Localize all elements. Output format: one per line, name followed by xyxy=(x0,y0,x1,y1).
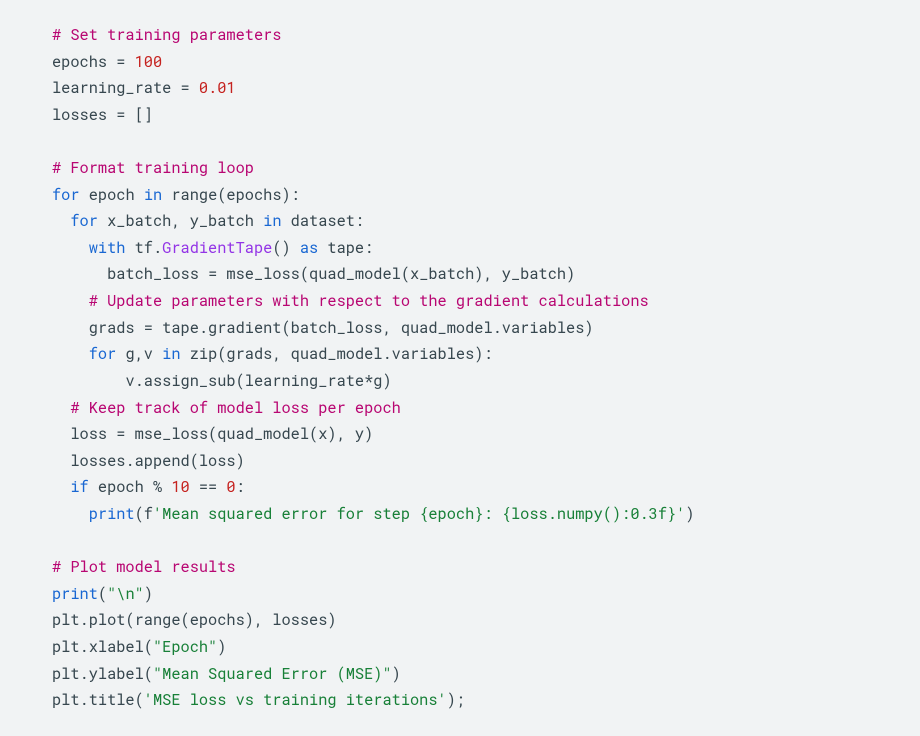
string-literal: 'Mean squared error for step {epoch}: {l… xyxy=(153,504,685,524)
code-number: 0 xyxy=(226,477,235,497)
code-text: g,v xyxy=(116,344,162,364)
code-text: = xyxy=(208,264,226,284)
comment: # Plot model results xyxy=(52,557,236,577)
keyword: for xyxy=(52,185,80,205)
code-text: () xyxy=(272,238,300,258)
keyword: as xyxy=(300,238,318,258)
code-text: plt.xlabel( xyxy=(52,637,153,657)
keyword: for xyxy=(70,211,98,231)
function-name: GradientTape xyxy=(162,238,272,258)
comment: # Set training parameters xyxy=(52,25,282,45)
comment: # Keep track of model loss per epoch xyxy=(70,398,400,418)
code-text: tape.gradient(batch_loss, quad_model.var… xyxy=(162,318,593,338)
code-text: = xyxy=(116,424,134,444)
code-text: mse_loss(quad_model(x_batch), y_batch) xyxy=(226,264,575,284)
keyword: print xyxy=(89,504,135,524)
code-text: plt.plot(range(epochs), losses) xyxy=(52,610,337,630)
code-text: ); xyxy=(447,690,465,710)
code-number: 10 xyxy=(171,477,189,497)
code-text: epoch % xyxy=(89,477,172,497)
code-text: v.assign_sub(learning_rate*g) xyxy=(125,371,391,391)
keyword: in xyxy=(144,185,162,205)
code-text: tape: xyxy=(318,238,373,258)
code-content: # Set training parameters epochs = 100 l… xyxy=(52,22,882,714)
keyword: in xyxy=(162,344,180,364)
code-text: (f xyxy=(135,504,153,524)
code-number: 0.01 xyxy=(199,78,236,98)
code-text: plt.ylabel( xyxy=(52,664,153,684)
code-text: ) xyxy=(217,637,226,657)
keyword: with xyxy=(89,238,126,258)
keyword: in xyxy=(263,211,281,231)
code-text: mse_loss(quad_model(x), y) xyxy=(135,424,374,444)
code-text: epochs xyxy=(52,52,116,72)
code-text: loss xyxy=(70,424,116,444)
code-text: ) xyxy=(392,664,401,684)
code-text: [] xyxy=(135,105,153,125)
code-text: ) xyxy=(685,504,694,524)
code-text: epoch xyxy=(80,185,144,205)
code-text: = xyxy=(181,78,199,98)
comment: # Update parameters with respect to the … xyxy=(89,291,649,311)
code-text: zip(grads, quad_model.variables): xyxy=(181,344,493,364)
code-text: ) xyxy=(144,584,153,604)
code-number: 100 xyxy=(135,52,163,72)
comment: # Format training loop xyxy=(52,158,254,178)
code-text: grads xyxy=(89,318,144,338)
string-literal: "Epoch" xyxy=(153,637,217,657)
code-text: == xyxy=(190,477,227,497)
code-text: tf. xyxy=(125,238,162,258)
code-text: : xyxy=(236,477,245,497)
code-text: = xyxy=(116,105,134,125)
code-text: losses xyxy=(52,105,116,125)
string-literal: "\n" xyxy=(107,584,144,604)
code-block: # Set training parameters epochs = 100 l… xyxy=(0,0,920,736)
code-text: learning_rate xyxy=(52,78,181,98)
keyword: if xyxy=(70,477,88,497)
code-text: x_batch, y_batch xyxy=(98,211,263,231)
code-text: dataset: xyxy=(282,211,365,231)
string-literal: "Mean Squared Error (MSE)" xyxy=(153,664,392,684)
code-text: losses.append(loss) xyxy=(70,451,244,471)
string-literal: 'MSE loss vs training iterations' xyxy=(144,690,447,710)
code-text: range(epochs): xyxy=(162,185,300,205)
code-text: batch_loss xyxy=(107,264,208,284)
code-text: ( xyxy=(98,584,107,604)
code-text: = xyxy=(116,52,134,72)
keyword: for xyxy=(89,344,117,364)
code-text: plt.title( xyxy=(52,690,144,710)
keyword: print xyxy=(52,584,98,604)
code-text: = xyxy=(144,318,162,338)
